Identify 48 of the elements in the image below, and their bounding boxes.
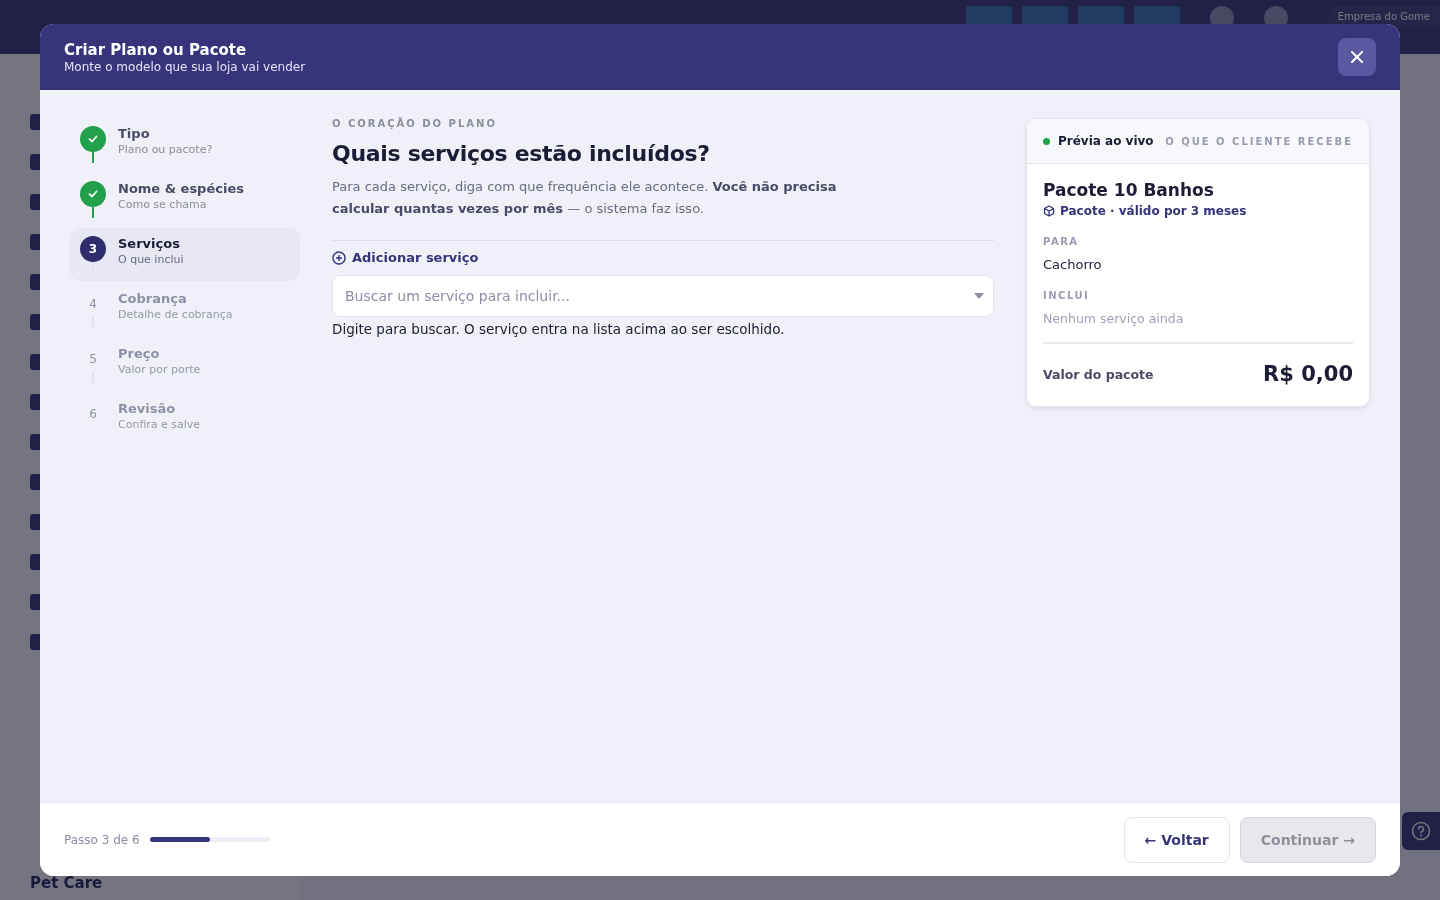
package-meta: Pacote · válido por 3 meses xyxy=(1060,204,1247,218)
step-number: 5 xyxy=(88,351,98,368)
progress-label: Passo 3 de 6 xyxy=(64,832,140,847)
live-preview-label: Prévia ao vivo xyxy=(1058,134,1154,148)
step-title: Nome & espécies xyxy=(118,181,244,196)
step-subtitle: Detalhe de cobrança xyxy=(118,308,233,321)
close-button[interactable] xyxy=(1338,38,1376,76)
step-title: Preço xyxy=(118,346,161,361)
step-subtitle: Confira e salve xyxy=(118,418,201,431)
step-number: 6 xyxy=(88,406,98,423)
back-button[interactable]: ← Voltar xyxy=(1123,816,1230,863)
empty-state-text: Nenhum serviço ainda xyxy=(1043,311,1185,326)
help-button[interactable] xyxy=(1402,812,1440,850)
add-service-link[interactable]: Adicionar serviço xyxy=(332,250,994,265)
step-title: Serviços xyxy=(118,236,181,251)
status-dot xyxy=(1043,137,1050,145)
help-icon xyxy=(1411,821,1431,841)
step-item[interactable]: Tipo Plano ou pacote? xyxy=(70,118,300,171)
caret-icon xyxy=(974,293,984,299)
modal-subtitle: Monte o modelo que sua loja vai vender xyxy=(64,59,306,74)
sidebar-section-label: Pet Care xyxy=(30,874,104,892)
card-caption: O QUE O CLIENTE RECEBE xyxy=(1165,135,1353,147)
step-item[interactable]: Nome & espécies Como se chama xyxy=(70,173,300,226)
service-search-field[interactable]: Buscar um serviço para incluir... xyxy=(332,275,994,317)
section-eyebrow: O CORAÇÃO DO PLANO xyxy=(332,118,498,129)
close-icon xyxy=(1350,50,1364,64)
field-label: INCLUI xyxy=(1043,290,1091,301)
cube-icon xyxy=(1043,205,1055,217)
step-number: 3 xyxy=(80,236,106,262)
step-title: Cobrança xyxy=(118,291,188,306)
step-subtitle: O que inclui xyxy=(118,253,184,266)
field-value: Cachorro xyxy=(1043,257,1103,272)
step-number: 4 xyxy=(88,296,98,313)
step-title: Tipo xyxy=(118,126,151,141)
package-name: Pacote 10 Banhos xyxy=(1043,180,1215,200)
step-subtitle: Valor por porte xyxy=(118,363,201,376)
search-hint: Digite para buscar. O serviço entra na lista acima ao ser escolhido. xyxy=(332,321,786,337)
section-description: Para cada serviço, diga com que frequência ele acontece. Você não precisa calcular quantas vezes por mês — o sistema faz isso. xyxy=(332,178,838,218)
plus-circle-icon xyxy=(332,250,346,265)
step-title: Revisão xyxy=(118,401,177,416)
step-subtitle: Plano ou pacote? xyxy=(118,143,213,156)
step-item[interactable]: 3 Serviços O que inclui xyxy=(70,228,300,281)
modal-title: Criar Plano ou Pacote xyxy=(64,40,248,59)
step-subtitle: Como se chama xyxy=(118,198,208,211)
total-label: Valor do pacote xyxy=(1043,366,1154,382)
field-label: PARA xyxy=(1043,236,1080,247)
section-heading: Quais serviços estão incluídos? xyxy=(332,141,711,166)
total-value: R$ 0,00 xyxy=(1263,362,1353,386)
